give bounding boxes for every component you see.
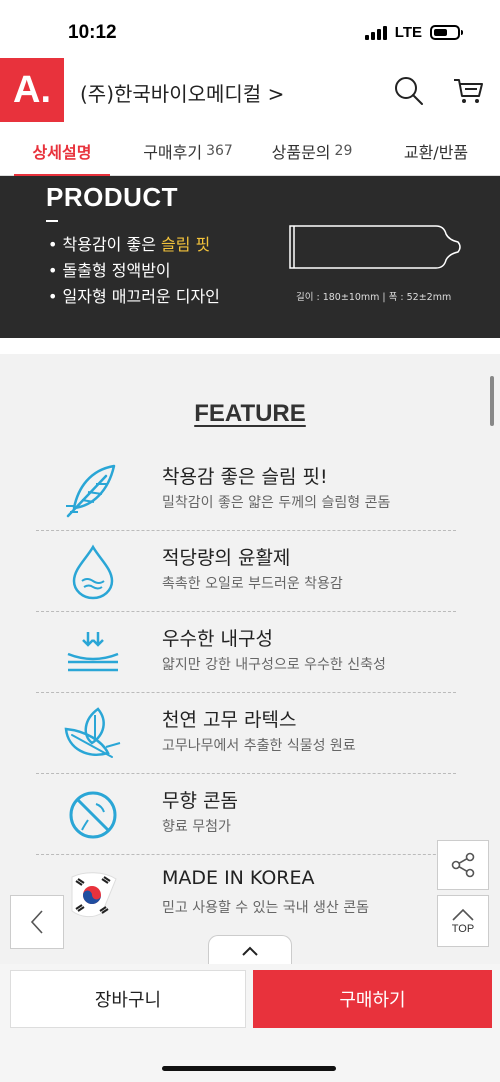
feature-item: 무향 콘돔 향료 무첨가 [36,774,456,855]
tab-exchange-label: 교환/반품 [403,143,469,162]
status-time: 10:12 [68,22,117,43]
bullet-text: • 돌출형 정액받이 [48,261,171,280]
expand-options-tab[interactable] [208,935,292,965]
leaf-icon [64,707,121,758]
heading-divider [46,220,58,222]
no-fragrance-icon [69,791,117,839]
feature-item: 착용감 좋은 슬림 핏! 밀착감이 좋은 얇은 두께의 슬림형 콘돔 [36,450,456,531]
feature-item: MADE IN KOREA 믿고 사용할 수 있는 국내 생산 콘돔 [36,855,456,936]
tab-exchange-return[interactable]: 교환/반품 [372,126,500,176]
product-shape-illustration [289,225,461,269]
chevron-up-icon [452,908,474,921]
product-tabs: 상세설명 구매후기 367 상품문의 29 교환/반품 [0,126,500,177]
feature-desc: 믿고 사용할 수 있는 국내 생산 콘돔 [162,900,370,916]
feature-item: 적당량의 윤활제 촉촉한 오일로 부드러운 착용감 [36,531,456,612]
feature-desc: 촉촉한 오일로 부드러운 착용감 [162,576,343,592]
cart-icon[interactable] [452,74,484,106]
bottom-action-bar: 장바구니 구매하기 [0,964,500,1082]
tab-details-label: 상세설명 [32,143,92,162]
water-drop-icon [72,544,114,600]
tab-inquiries[interactable]: 상품문의 29 [252,126,372,176]
feature-desc: 밀착감이 좋은 얇은 두께의 슬림형 콘돔 [162,495,391,511]
battery-icon [430,25,463,40]
feature-desc: 고무나무에서 추출한 식물성 원료 [162,738,356,754]
brand-logo[interactable]: A. [0,58,64,122]
product-dimensions: 길이 : 180±10mm | 폭 : 52±2mm [296,292,452,303]
korea-flag-icon [71,872,117,918]
bullet-item: • 돌출형 정액받이 [48,258,220,284]
feature-heading: FEATURE [0,400,500,428]
share-button[interactable] [437,840,489,890]
chevron-up-icon [242,946,258,956]
feature-title: MADE IN KOREA [162,867,315,889]
app-header: A. (주)한국바이오메디컬 > [0,54,500,126]
share-icon [451,852,475,878]
store-name-link[interactable]: (주)한국바이오메디컬 > [80,78,284,107]
tab-reviews[interactable]: 구매후기 367 [124,126,252,176]
scroll-top-button[interactable]: TOP [437,895,489,947]
feature-title: 착용감 좋은 슬림 핏! [162,466,328,488]
back-button[interactable] [10,895,64,949]
tab-inquiries-label: 상품문의 [271,143,331,162]
status-bar: 10:12 LTE [0,0,500,54]
home-indicator[interactable] [162,1066,336,1071]
bullet-item: • 착용감이 좋은 슬림 핏 [48,232,220,258]
network-label: LTE [394,24,422,41]
section-gap [0,338,500,354]
top-label: TOP [451,922,475,935]
signal-icon [364,25,387,40]
feature-desc: 향료 무첨가 [162,819,231,835]
feather-icon [66,464,116,518]
feature-section: FEATURE 착용감 좋은 슬림 핏! 밀착감이 좋은 얇은 두께의 슬림형 … [0,354,500,964]
bullet-text: • 일자형 매끄러운 디자인 [48,287,220,306]
feature-title: 적당량의 윤활제 [162,547,291,569]
feature-item: 천연 고무 라텍스 고무나무에서 추출한 식물성 원료 [36,693,456,774]
feature-item: 우수한 내구성 얇지만 강한 내구성으로 우수한 신축성 [36,612,456,693]
product-heading: PRODUCT [46,182,179,212]
tab-details[interactable]: 상세설명 [0,126,124,177]
chevron-left-icon [30,910,43,934]
feature-title: 천연 고무 라텍스 [162,709,297,731]
stretch-icon [67,632,119,672]
product-banner: PRODUCT • 착용감이 좋은 슬림 핏 • 돌출형 정액받이 • 일자형 … [0,176,500,338]
product-bullets: • 착용감이 좋은 슬림 핏 • 돌출형 정액받이 • 일자형 매끄러운 디자인 [48,232,220,310]
review-count: 367 [206,143,233,159]
tab-reviews-label: 구매후기 [143,143,203,162]
buy-now-button[interactable]: 구매하기 [253,970,492,1028]
bullet-highlight: 슬림 핏 [161,235,211,254]
add-to-cart-button[interactable]: 장바구니 [10,970,246,1028]
feature-title: 우수한 내구성 [162,628,273,650]
bullet-text: • 착용감이 좋은 [48,235,162,254]
feature-desc: 얇지만 강한 내구성으로 우수한 신축성 [162,657,386,673]
feature-title: 무향 콘돔 [162,790,238,812]
inquiry-count: 29 [334,143,353,159]
search-icon[interactable] [394,76,424,106]
feature-heading-text: FEATURE [194,400,306,427]
bullet-item: • 일자형 매끄러운 디자인 [48,284,220,310]
